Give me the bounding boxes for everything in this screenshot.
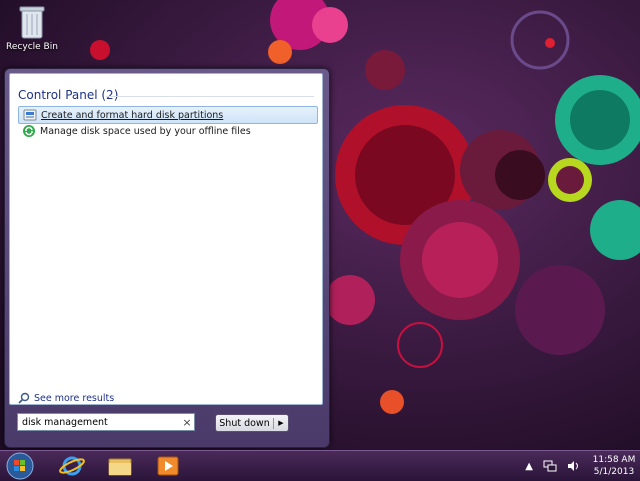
see-more-results-link[interactable]: See more results — [18, 392, 114, 404]
shutdown-button[interactable]: Shut down ▶ — [215, 414, 289, 432]
see-more-label: See more results — [34, 392, 115, 404]
start-menu: Control Panel (2) Create and format hard… — [4, 68, 330, 448]
clock-date: 5/1/2013 — [593, 467, 635, 477]
clock-time: 11:58 AM — [592, 455, 636, 465]
internet-explorer-button[interactable] — [52, 453, 92, 479]
result-manage-offline-files[interactable]: Manage disk space used by your offline f… — [18, 123, 316, 139]
search-results-pane: Control Panel (2) Create and format hard… — [9, 73, 323, 405]
network-icon[interactable] — [543, 460, 557, 472]
search-query[interactable]: disk management — [22, 417, 180, 428]
clear-search-icon[interactable]: × — [180, 416, 194, 429]
volume-icon[interactable] — [567, 460, 581, 472]
media-player-button[interactable] — [148, 453, 188, 479]
result-label: Create and format hard disk partitions — [41, 109, 224, 121]
results-group-header[interactable]: Control Panel (2) — [18, 88, 118, 102]
shutdown-options-arrow-icon[interactable]: ▶ — [274, 419, 288, 427]
shutdown-label[interactable]: Shut down — [216, 417, 274, 429]
windows-explorer-button[interactable] — [100, 453, 140, 479]
folder-icon — [108, 458, 132, 476]
search-icon — [18, 392, 30, 404]
notification-area: ▲ 11:58 AM 5/1/2013 — [520, 451, 636, 481]
result-label: Manage disk space used by your offline f… — [40, 125, 251, 137]
show-hidden-icons-icon[interactable]: ▲ — [525, 461, 533, 472]
start-search-input[interactable]: disk management × — [17, 413, 195, 431]
recycle-bin-label: Recycle Bin — [6, 42, 58, 52]
result-create-format-partitions[interactable]: Create and format hard disk partitions — [18, 106, 318, 124]
group-divider — [106, 96, 314, 97]
system-clock[interactable]: 11:58 AM 5/1/2013 — [592, 454, 636, 478]
taskbar: ▲ 11:58 AM 5/1/2013 — [0, 450, 640, 481]
disk-management-icon — [23, 109, 37, 121]
recycle-bin[interactable]: Recycle Bin — [4, 4, 60, 52]
media-player-icon — [157, 456, 179, 476]
sync-center-icon — [23, 125, 35, 137]
start-button[interactable] — [4, 451, 36, 481]
recycle-bin-icon — [19, 6, 45, 39]
ie-icon — [59, 456, 85, 476]
